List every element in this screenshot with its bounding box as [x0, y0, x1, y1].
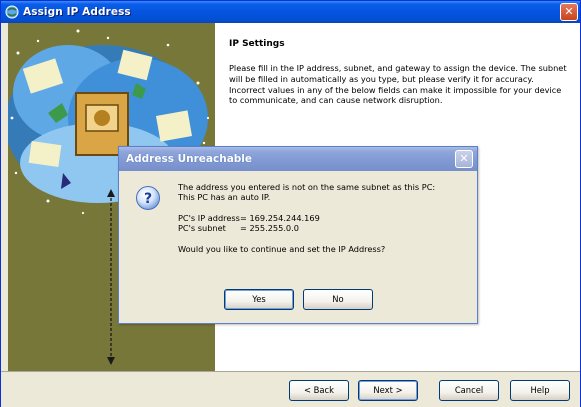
close-icon[interactable]: ✕	[560, 3, 578, 21]
svg-text:?: ?	[144, 191, 152, 207]
continue-question: Would you like to continue and set the I…	[178, 243, 386, 254]
wizard-footer: < Back Next > Cancel Help	[1, 371, 580, 407]
help-button[interactable]: Help	[510, 380, 570, 401]
page-description: Please fill in the IP address, subnet, a…	[229, 63, 567, 106]
dialog-title[interactable]: Address Unreachable	[119, 147, 477, 171]
no-button[interactable]: No	[303, 289, 373, 310]
pc-subnet-label: PC's subnet	[178, 223, 226, 234]
cancel-button[interactable]: Cancel	[439, 380, 499, 401]
next-button[interactable]: Next >	[358, 380, 418, 401]
message-line-2: This PC has an auto IP.	[178, 192, 271, 203]
pc-subnet-row: PC's subnet = 255.255.0.0	[178, 223, 470, 233]
title-bar[interactable]: Assign IP Address ✕	[1, 1, 580, 23]
page-heading: IP Settings	[229, 39, 285, 49]
yes-button[interactable]: Yes	[224, 289, 294, 310]
back-button[interactable]: < Back	[289, 380, 349, 401]
dialog-message: The address you entered is not on the sa…	[178, 182, 470, 264]
pc-subnet-value: = 255.255.0.0	[240, 223, 299, 234]
address-unreachable-dialog: Address Unreachable ✕ ? The address you …	[118, 146, 478, 324]
pc-ip-label: PC's IP address	[178, 212, 240, 223]
globe-icon	[5, 5, 19, 19]
message-line-1: The address you entered is not on the sa…	[178, 182, 436, 192]
pc-ip-row: PC's IP address = 169.254.244.169	[178, 213, 470, 223]
pc-ip-value: = 169.254.244.169	[240, 212, 320, 223]
question-icon: ?	[135, 185, 161, 211]
window-title: Assign IP Address	[23, 6, 131, 18]
dialog-close-icon[interactable]: ✕	[455, 150, 473, 168]
